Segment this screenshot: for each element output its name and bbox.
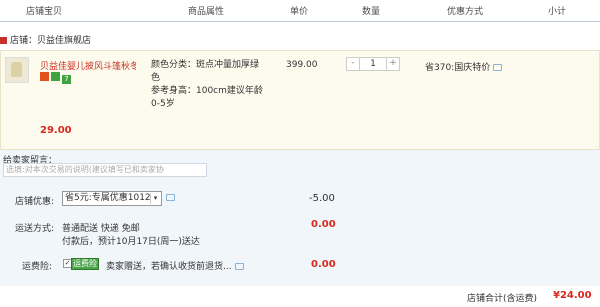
qty-decrease-button[interactable]: - — [346, 57, 360, 71]
product-title-link[interactable]: 贝益佳婴儿披风斗篷秋冬... — [40, 59, 136, 72]
product-attributes: 颜色分类：斑点冲量加厚绿色 参考身高：100cm建议年龄0-5岁 — [151, 59, 267, 111]
product-badges: 7 — [40, 72, 73, 84]
insurance-tag: 运费险 — [71, 258, 99, 270]
info-icon[interactable] — [166, 194, 175, 201]
insurance-text: 卖家赠送，若确认收货前退货... — [106, 262, 232, 272]
shop-row: 店铺：贝益佳旗舰店 — [0, 33, 91, 46]
shop-name[interactable]: 店铺：贝益佳旗舰店 — [10, 36, 91, 46]
qty-input[interactable]: 1 — [359, 57, 387, 71]
item-subtotal: 29.00 — [40, 125, 72, 136]
header-col-promo: 优惠方式 — [447, 7, 484, 17]
credit-card-icon — [40, 72, 49, 81]
cart-table-header: 店铺宝贝 商品属性 单价 数量 优惠方式 小计 — [0, 0, 600, 22]
insurance-desc: 卖家赠送，若确认收货前退货... — [106, 259, 244, 272]
promo-info: 省370:国庆特价 — [425, 60, 503, 73]
unit-price: 399.00 — [286, 60, 318, 70]
info-icon[interactable] — [493, 64, 503, 71]
insurance-label: 运费险: — [22, 262, 53, 272]
attr-height: 参考身高：100cm建议年龄0-5岁 — [151, 86, 263, 109]
header-col-attr: 商品属性 — [188, 7, 225, 17]
seven-day-return-icon: 7 — [62, 75, 71, 84]
header-col-item: 店铺宝贝 — [26, 7, 63, 17]
shop-total-label: 店铺合计(含运费) — [467, 294, 538, 304]
product-thumbnail[interactable] — [5, 57, 29, 83]
shipping-amount: 0.00 — [311, 219, 336, 230]
discount-label: 店铺优惠: — [15, 197, 55, 207]
discount-amount: -5.00 — [309, 193, 335, 204]
info-icon[interactable] — [234, 263, 244, 270]
discount-select[interactable]: 省5元:专属优惠1012 ▾ — [62, 191, 162, 206]
header-col-price: 单价 — [290, 7, 309, 17]
shipping-label: 运送方式: — [15, 224, 55, 234]
quantity-stepper: -1 + — [346, 57, 400, 71]
shipping-eta: 付款后，预计10月17日(周一)送达 — [62, 237, 200, 247]
message-input[interactable]: 选填:对本次交易的说明(建议填写已和卖家协 — [3, 163, 207, 177]
guarantee-icon — [51, 72, 60, 81]
attr-color: 颜色分类：斑点冲量加厚绿色 — [151, 60, 260, 83]
shop-total-amount: ¥24.00 — [553, 290, 592, 301]
chevron-down-icon: ▾ — [150, 193, 160, 204]
discount-selected-value: 省5元:专属优惠1012 — [65, 193, 151, 203]
header-col-subtotal: 小计 — [548, 7, 567, 17]
shipping-method: 普通配送 快递 免邮 — [62, 224, 140, 234]
header-col-qty: 数量 — [362, 7, 381, 17]
shop-icon — [0, 37, 7, 44]
promo-text: 省370:国庆特价 — [425, 63, 491, 73]
qty-increase-button[interactable]: + — [386, 57, 400, 71]
insurance-amount: 0.00 — [311, 259, 336, 270]
